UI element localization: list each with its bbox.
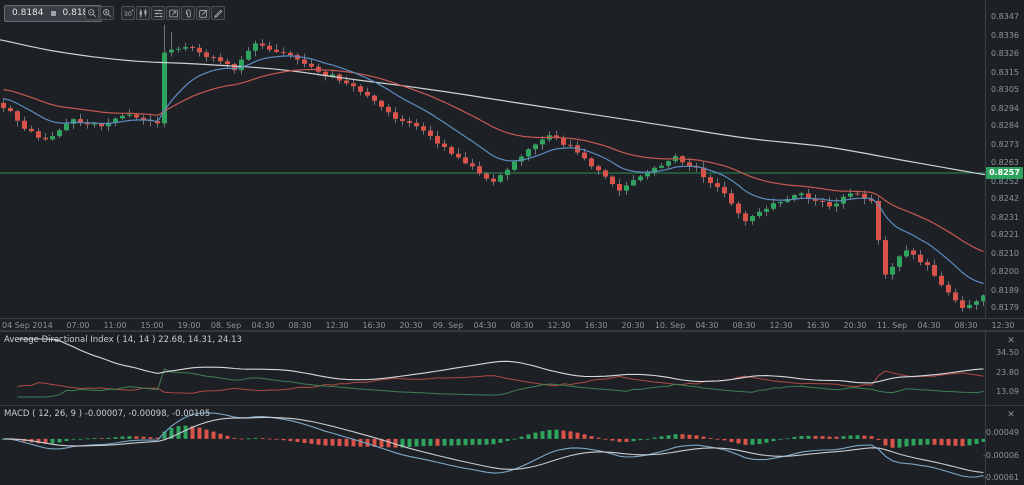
zoom-out-button[interactable]: [85, 6, 99, 20]
price-tick-label: 0.8284: [991, 121, 1019, 131]
adx-panel-title: Average Directional Index ( 14, 14 ) 22.…: [4, 335, 242, 346]
axis-border-top: [985, 0, 986, 318]
adx-title-text: Average Directional Index ( 14, 14 ): [4, 335, 155, 345]
time-tick-label: 10. Sep: [655, 321, 685, 331]
edit-button[interactable]: [196, 6, 210, 20]
edit-icon: [198, 8, 209, 19]
time-tick-label: 16:30: [584, 321, 607, 331]
macd-tick-label: -0.00006: [983, 451, 1019, 461]
time-tick-label: 15:00: [140, 321, 163, 331]
snapshot-icon: [168, 8, 179, 19]
main-chart-canvas[interactable]: [0, 0, 985, 318]
trading-chart-window: 04 Sep 2014 07:00 11:00 15:00 19:00 08. Sep 04…: [0, 0, 1024, 485]
time-tick-label: 08:30: [510, 321, 533, 331]
draw-icon: [213, 8, 224, 19]
adx-close-button[interactable]: ✕: [1006, 336, 1016, 346]
svg-text:30: 30: [123, 11, 131, 18]
close-icon: ✕: [1007, 410, 1015, 420]
attach-icon: [183, 8, 194, 19]
current-price-badge: 0.8257: [986, 167, 1023, 179]
ma-mid-line: [4, 70, 984, 252]
time-tick-label: 16:30: [362, 321, 385, 331]
adx-panel-separator: [0, 331, 1024, 332]
bid-price[interactable]: 0.8184: [12, 6, 44, 21]
time-tick-label: 20:30: [399, 321, 422, 331]
macd-tick-label: 0.00049: [986, 428, 1019, 438]
adx-title-values: 22.68, 14.31, 24.13: [158, 335, 242, 345]
indicator-settings-icon: [153, 8, 164, 19]
attach-button[interactable]: [181, 6, 195, 20]
price-tick-label: 0.8231: [991, 213, 1019, 223]
price-tick-label: 0.8200: [991, 267, 1019, 277]
price-tick-label: 0.8326: [991, 49, 1019, 59]
time-tick-label: 08:30: [288, 321, 311, 331]
timeframe-30-icon: 30: [123, 8, 134, 19]
chart-type-candles-icon: [138, 8, 149, 19]
di-plus-line: [18, 369, 984, 397]
macd-panel-separator: [0, 405, 1024, 406]
time-tick-label: 07:00: [66, 321, 89, 331]
price-tick-label: 0.8294: [991, 104, 1019, 114]
time-tick-label: 19:00: [177, 321, 200, 331]
axis-border-bottom: [985, 331, 986, 485]
time-tick-label: 08:30: [954, 321, 977, 331]
adx-tick-label: 13.09: [996, 387, 1019, 397]
time-tick-label: 08:30: [732, 321, 755, 331]
zoom-in-icon: [102, 8, 113, 19]
time-tick-label: 04:30: [251, 321, 274, 331]
macd-title-text: MACD ( 12, 26, 9 ): [4, 409, 82, 419]
indicator-settings-button[interactable]: [151, 6, 165, 20]
price-tick-label: 0.8210: [991, 249, 1019, 259]
time-tick-label: 16:30: [806, 321, 829, 331]
close-icon: ✕: [1007, 336, 1015, 346]
time-tick-label: 20:30: [843, 321, 866, 331]
time-tick-label: 09. Sep: [433, 321, 463, 331]
zoom-in-button[interactable]: [100, 6, 114, 20]
timeframe-30-button[interactable]: 30: [121, 6, 135, 20]
snapshot-button[interactable]: [166, 6, 180, 20]
time-tick-label: 11. Sep: [877, 321, 907, 331]
macd-signal-line: [4, 417, 984, 472]
time-tick-label: 12:30: [325, 321, 348, 331]
macd-panel-title: MACD ( 12, 26, 9 ) -0.00007, -0.00098, -…: [4, 409, 210, 420]
time-tick-label: 04:30: [695, 321, 718, 331]
price-tick-label: 0.8315: [991, 68, 1019, 78]
price-tick-label: 0.8189: [991, 286, 1019, 296]
price-tick-label: 0.8179: [991, 303, 1019, 313]
time-tick-label: 12:30: [769, 321, 792, 331]
zoom-out-icon: [87, 8, 98, 19]
price-tick-label: 0.8273: [991, 140, 1019, 150]
time-tick-label: 04:30: [473, 321, 496, 331]
time-tick-label: 04:30: [917, 321, 940, 331]
spread-indicator-icon: [51, 11, 56, 16]
adx-tick-label: 23.80: [996, 368, 1019, 378]
time-tick-label: 08. Sep: [211, 321, 241, 331]
macd-tick-label: -0.00061: [983, 473, 1019, 483]
price-tick-label: 0.8305: [991, 85, 1019, 95]
price-tick-label: 0.8221: [991, 230, 1019, 240]
time-tick-label: 12:30: [547, 321, 570, 331]
price-tick-label: 0.8336: [991, 31, 1019, 41]
price-axis[interactable]: 0.8347 0.8336 0.8326 0.8315 0.8305 0.8294 0.82…: [985, 0, 1024, 485]
chart-type-candles-button[interactable]: [136, 6, 150, 20]
time-tick-label: 04 Sep 2014: [2, 321, 53, 331]
time-tick-label: 20:30: [621, 321, 644, 331]
price-tick-label: 0.8347: [991, 12, 1019, 22]
adx-tick-label: 34.50: [996, 348, 1019, 358]
ma-long-line: [0, 40, 985, 175]
macd-close-button[interactable]: ✕: [1006, 410, 1016, 420]
price-tick-label: 0.8242: [991, 194, 1019, 204]
draw-button[interactable]: [211, 6, 225, 20]
macd-title-values: -0.00007, -0.00098, -0.00105: [85, 409, 210, 419]
ma-fast-line: [4, 56, 984, 284]
time-tick-label: 11:00: [103, 321, 126, 331]
time-axis[interactable]: 04 Sep 2014 07:00 11:00 15:00 19:00 08. Sep 04…: [0, 318, 1024, 331]
